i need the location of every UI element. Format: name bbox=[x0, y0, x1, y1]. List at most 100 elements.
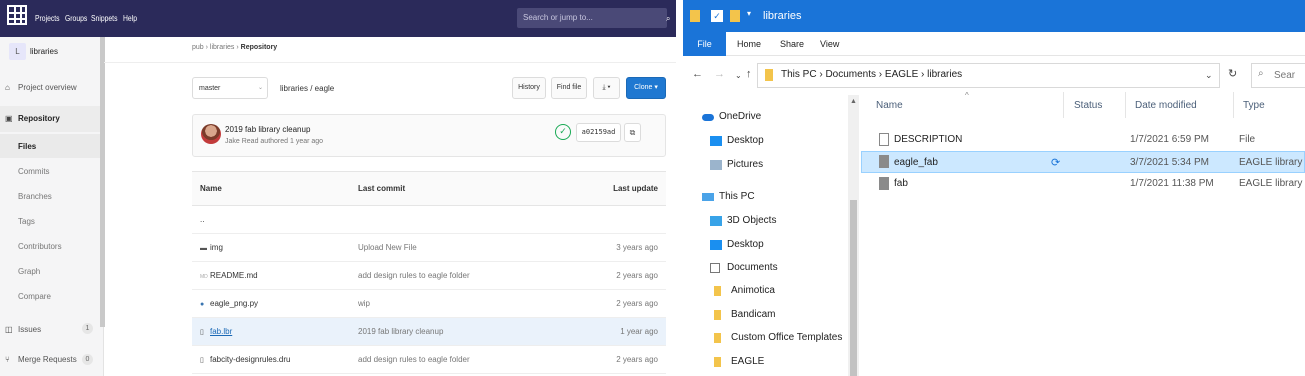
commit-message[interactable]: add design rules to eagle folder bbox=[358, 346, 470, 374]
commit-message[interactable]: Upload New File bbox=[358, 234, 417, 262]
forward-arrow-icon[interactable]: → bbox=[714, 68, 725, 80]
table-row-parent[interactable]: .. bbox=[192, 206, 666, 234]
recent-locations-icon[interactable]: ⌄ bbox=[735, 71, 742, 80]
tab-home[interactable]: Home bbox=[737, 39, 761, 49]
nav-item-this-pc[interactable]: This PC bbox=[702, 191, 755, 202]
repository-path[interactable]: libraries / eagle bbox=[280, 84, 334, 93]
nav-item-label: 3D Objects bbox=[727, 215, 777, 226]
file-name[interactable]: fab.lbr bbox=[210, 327, 232, 336]
nav-groups[interactable]: Groups bbox=[65, 14, 87, 23]
up-arrow-icon[interactable]: ↑ bbox=[746, 68, 752, 80]
sidebar-item-tags[interactable]: Tags bbox=[0, 217, 100, 231]
search-icon[interactable]: ⌕ bbox=[666, 14, 670, 24]
commit-message[interactable]: add design rules to eagle folder bbox=[358, 262, 470, 290]
gitlab-logo-icon[interactable] bbox=[7, 5, 27, 25]
issues-icon: ◫ bbox=[5, 325, 13, 334]
sidebar-item-label: Tags bbox=[18, 217, 35, 226]
refresh-icon[interactable]: ↻ bbox=[1228, 67, 1237, 80]
column-header-type[interactable]: Type bbox=[1243, 100, 1265, 111]
back-arrow-icon[interactable]: ← bbox=[692, 68, 703, 80]
commit-message[interactable]: wip bbox=[358, 290, 370, 318]
download-button[interactable]: ⤓ ▾ bbox=[593, 77, 620, 99]
document-icon bbox=[710, 263, 720, 273]
history-button[interactable]: History bbox=[512, 77, 546, 99]
address-path[interactable]: This PC › Documents › EAGLE › libraries bbox=[781, 69, 962, 80]
nav-scrollbar-thumb[interactable] bbox=[850, 200, 857, 376]
nav-item-desktop[interactable]: Desktop bbox=[710, 135, 764, 146]
nav-snippets[interactable]: Snippets bbox=[91, 14, 117, 23]
file-name[interactable]: eagle_png.py bbox=[210, 299, 258, 308]
new-folder-icon[interactable] bbox=[730, 10, 740, 22]
file-name[interactable]: fabcity-designrules.dru bbox=[210, 355, 290, 364]
sidebar-item-repository[interactable]: ▣ Repository bbox=[0, 106, 100, 132]
branch-selector[interactable]: master bbox=[192, 77, 268, 99]
sidebar-item-graph[interactable]: Graph bbox=[0, 267, 100, 281]
sidebar-item-label: Issues bbox=[18, 325, 42, 334]
avatar[interactable] bbox=[201, 124, 221, 144]
parent-dir-link[interactable]: .. bbox=[200, 206, 204, 234]
sidebar-item-commits[interactable]: Commits bbox=[0, 167, 100, 181]
column-divider[interactable] bbox=[1233, 92, 1234, 118]
file-row-selected[interactable]: eagle_fab ⟳ 3/7/2021 5:34 PM EAGLE libra… bbox=[861, 151, 1305, 173]
table-row-selected[interactable]: ▯ fab.lbr 2019 fab library cleanup 1 year… bbox=[192, 318, 666, 346]
project-name[interactable]: libraries bbox=[30, 47, 58, 56]
column-divider[interactable] bbox=[1125, 92, 1126, 118]
home-icon: ⌂ bbox=[5, 83, 10, 92]
nav-item-pictures[interactable]: Pictures bbox=[710, 159, 763, 170]
project-avatar: L bbox=[9, 43, 26, 60]
folder-icon bbox=[690, 10, 700, 22]
sidebar-item-project-overview[interactable]: ⌂ Project overview bbox=[0, 83, 100, 97]
tab-share[interactable]: Share bbox=[780, 39, 804, 49]
file-name: DESCRIPTION bbox=[894, 134, 963, 145]
file-row[interactable]: fab 1/7/2021 11:38 PM EAGLE library bbox=[861, 173, 1305, 195]
desktop-icon bbox=[710, 136, 722, 146]
table-row[interactable]: MD README.md add design rules to eagle fo… bbox=[192, 262, 666, 290]
column-header-status[interactable]: Status bbox=[1074, 100, 1102, 111]
nav-item-onedrive[interactable]: OneDrive bbox=[702, 111, 761, 122]
chevron-down-icon[interactable]: ⌄ bbox=[1205, 70, 1213, 81]
column-header-name[interactable]: Name bbox=[876, 100, 903, 111]
file-name[interactable]: README.md bbox=[210, 271, 258, 280]
commit-message[interactable]: 2019 fab library cleanup bbox=[358, 318, 443, 346]
column-divider[interactable] bbox=[1063, 92, 1064, 118]
nav-item-eagle[interactable]: EAGLE bbox=[714, 356, 764, 367]
file-name[interactable]: img bbox=[210, 243, 223, 252]
sidebar-item-contributors[interactable]: Contributors bbox=[0, 242, 100, 256]
nav-item-label: Desktop bbox=[727, 135, 764, 146]
nav-help[interactable]: Help bbox=[123, 14, 137, 23]
find-file-button[interactable]: Find file bbox=[551, 77, 587, 99]
table-row[interactable]: ● eagle_png.py wip 2 years ago bbox=[192, 290, 666, 318]
table-row[interactable]: ▬ img Upload New File 3 years ago bbox=[192, 234, 666, 262]
column-header-date-modified[interactable]: Date modified bbox=[1135, 100, 1197, 111]
tab-file[interactable]: File bbox=[683, 32, 726, 56]
commit-title[interactable]: 2019 fab library cleanup bbox=[225, 125, 310, 134]
scroll-up-icon[interactable]: ▲ bbox=[848, 98, 859, 105]
merge-requests-count-badge: 0 bbox=[82, 354, 93, 365]
nav-item-custom-office-templates[interactable]: Custom Office Templates bbox=[714, 332, 842, 343]
sidebar-item-files[interactable]: Files bbox=[0, 134, 100, 158]
last-update: 2 years ago bbox=[616, 271, 658, 280]
pictures-icon bbox=[710, 160, 722, 170]
nav-item-3d-objects[interactable]: 3D Objects bbox=[710, 215, 777, 226]
nav-item-desktop-pc[interactable]: Desktop bbox=[710, 239, 764, 250]
nav-item-documents[interactable]: Documents bbox=[710, 262, 778, 273]
copy-icon[interactable]: ⧉ bbox=[624, 123, 641, 142]
nav-item-animotica[interactable]: Animotica bbox=[714, 285, 775, 296]
table-row[interactable]: ▯ fabcity-designrules.dru add design rule… bbox=[192, 346, 666, 374]
pipeline-passed-icon[interactable]: ✓ bbox=[555, 124, 571, 140]
quick-access-dropdown-icon[interactable]: ▾ bbox=[747, 9, 751, 18]
sidebar-item-compare[interactable]: Compare bbox=[0, 292, 100, 306]
breadcrumb-path[interactable]: pub › libraries › bbox=[192, 44, 239, 51]
nav-item-label: Documents bbox=[727, 262, 778, 273]
sidebar-item-branches[interactable]: Branches bbox=[0, 192, 100, 206]
nav-item-bandicam[interactable]: Bandicam bbox=[714, 309, 775, 320]
breadcrumb-current[interactable]: Repository bbox=[241, 44, 278, 51]
tab-view[interactable]: View bbox=[820, 39, 839, 49]
properties-icon[interactable]: ✓ bbox=[711, 10, 723, 22]
gitlab-search-input[interactable]: Search or jump to... bbox=[517, 8, 667, 28]
commit-sha-button[interactable]: a0215​9ad bbox=[576, 123, 621, 142]
clone-button[interactable]: Clone ▾ bbox=[626, 77, 666, 99]
nav-projects[interactable]: Projects bbox=[35, 14, 60, 23]
sidebar-scrollbar[interactable] bbox=[100, 37, 105, 327]
file-row[interactable]: DESCRIPTION 1/7/2021 6:59 PM File bbox=[861, 129, 1305, 151]
